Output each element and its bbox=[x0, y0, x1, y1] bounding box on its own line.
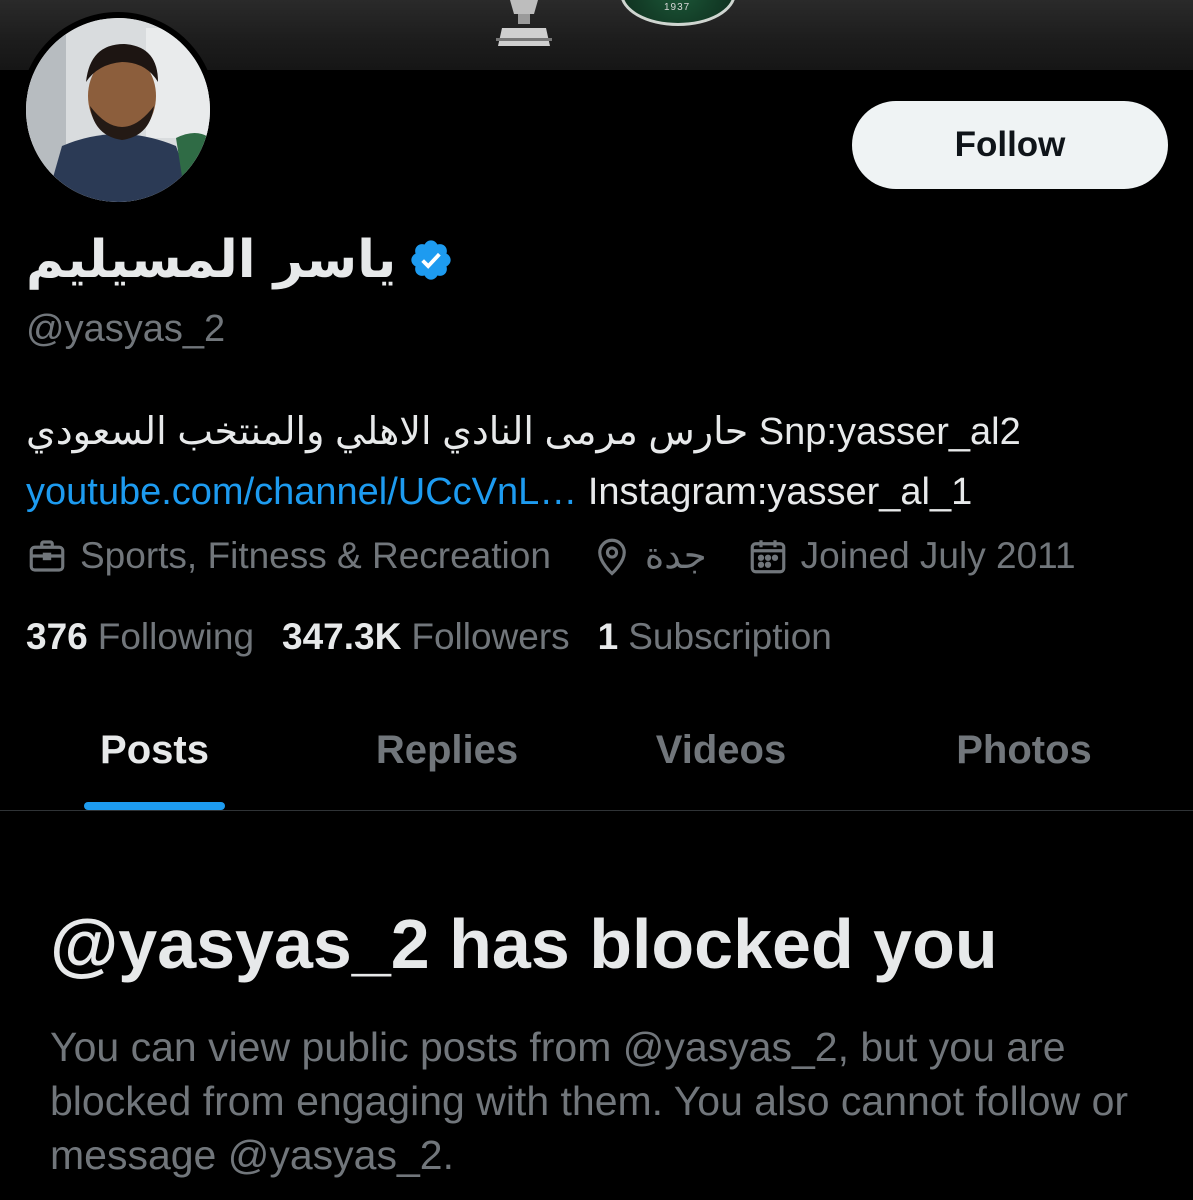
followers-link[interactable]: 347.3K Followers bbox=[282, 616, 570, 658]
location-pin-icon bbox=[598, 538, 626, 576]
bio-youtube-link[interactable]: youtube.com/channel/UCcVnL… bbox=[26, 471, 577, 513]
profile-handle: @yasyas_2 bbox=[26, 308, 226, 350]
display-name: ياسر المسيليم bbox=[26, 230, 397, 290]
verified-badge-icon[interactable] bbox=[408, 237, 454, 283]
blocked-title: @yasyas_2 has blocked you bbox=[50, 905, 998, 983]
subscriptions-count: 1 bbox=[597, 616, 619, 657]
subscriptions-label: Subscription bbox=[628, 616, 832, 657]
followers-count: 347.3K bbox=[282, 616, 402, 657]
following-count: 376 bbox=[26, 616, 88, 657]
bio-line-1: حارس مرمى النادي الاهلي والمنتخب السعودي… bbox=[26, 411, 1021, 453]
followers-label: Followers bbox=[411, 616, 570, 657]
blocked-message: You can view public posts from @yasyas_2… bbox=[50, 1024, 1129, 1178]
joined-label: Joined July 2011 bbox=[800, 534, 1076, 576]
meta-joined: Joined July 2011 bbox=[747, 535, 1076, 577]
profile-name-row: ياسر المسيليم bbox=[26, 224, 454, 296]
follow-button[interactable]: Follow bbox=[852, 101, 1168, 189]
bio-instagram-text: Instagram:yasser_al_1 bbox=[577, 471, 973, 513]
trophy-graphic bbox=[496, 0, 552, 46]
bio-line-2: youtube.com/channel/UCcVnL… Instagram:ya… bbox=[26, 462, 1166, 522]
profile-stats: 376 Following 347.3K Followers 1 Subscri… bbox=[26, 616, 832, 658]
active-tab-indicator bbox=[84, 802, 225, 810]
calendar-icon bbox=[750, 539, 785, 573]
meta-category: Sports, Fitness & Recreation bbox=[26, 535, 551, 577]
crest-year: 1937 bbox=[664, 2, 691, 13]
avatar-photo bbox=[26, 18, 210, 202]
tab-replies[interactable]: Replies bbox=[355, 690, 539, 810]
following-label: Following bbox=[97, 616, 255, 657]
profile-bio: حارس مرمى النادي الاهلي والمنتخب السعودي… bbox=[26, 402, 1166, 522]
following-link[interactable]: 376 Following bbox=[26, 616, 254, 658]
tab-videos[interactable]: Videos bbox=[635, 690, 807, 810]
profile-meta: Sports, Fitness & Recreation جدة Joined … bbox=[26, 534, 1076, 577]
tab-posts[interactable]: Posts bbox=[84, 690, 225, 810]
profile-tabs: Posts Replies Videos Photos bbox=[0, 690, 1193, 811]
location-label: جدة bbox=[644, 535, 707, 576]
category-label: Sports, Fitness & Recreation bbox=[80, 534, 551, 576]
tab-photos[interactable]: Photos bbox=[935, 690, 1113, 810]
subscriptions-link[interactable]: 1 Subscription bbox=[598, 616, 832, 658]
avatar[interactable] bbox=[20, 12, 216, 208]
meta-location: جدة bbox=[591, 534, 707, 577]
briefcase-icon bbox=[29, 539, 65, 572]
